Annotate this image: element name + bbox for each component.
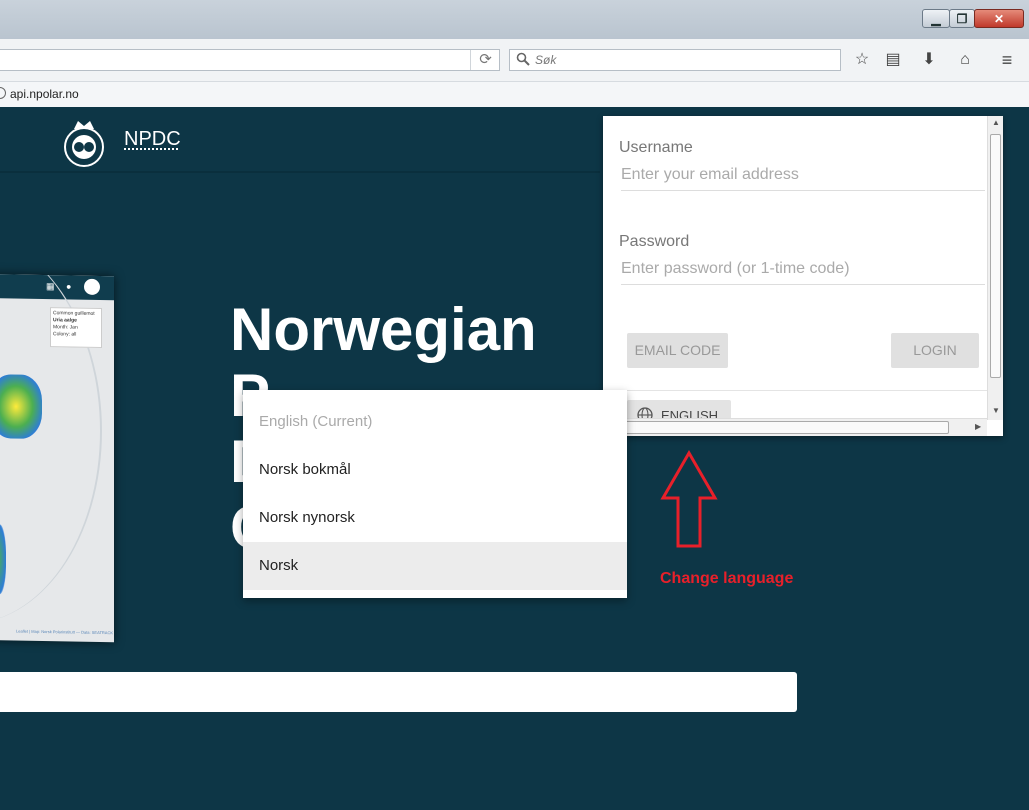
language-option-nn[interactable]: Norsk nynorsk (243, 494, 627, 542)
browser-toolbar: ⟳ Søk ☆ ▤ ⬇ ⌂ ≡ (0, 39, 1029, 82)
vertical-scrollbar[interactable]: ▲ ▼ (987, 116, 1003, 420)
download-icon[interactable]: ⬇ (918, 50, 940, 70)
home-icon[interactable]: ⌂ (954, 50, 976, 70)
header-divider (0, 171, 600, 173)
page-search-input[interactable] (0, 672, 797, 712)
language-option-no[interactable]: Norsk (243, 542, 627, 590)
close-window-button[interactable]: ✕ (974, 9, 1024, 28)
globe-favicon-icon (0, 87, 6, 99)
scrollbar-thumb[interactable] (990, 134, 1001, 378)
bookmarks-bar: api.npolar.no (0, 82, 1029, 108)
heatmap-blob (0, 374, 42, 439)
annotation-label: Change language (660, 570, 794, 587)
npdc-home-link[interactable]: NPDC (124, 128, 181, 151)
language-option-english[interactable]: English (Current) (243, 398, 627, 446)
annotation-arrow-icon (660, 450, 718, 548)
search-placeholder: Søk (535, 53, 557, 67)
user-icon: ● (66, 281, 72, 292)
menu-icon[interactable]: ≡ (996, 50, 1018, 70)
username-label: Username (619, 139, 693, 156)
legend-colony: Colony: all (53, 331, 77, 338)
horizontal-scrollbar[interactable]: ▶ (603, 418, 987, 436)
bookmark-item[interactable]: api.npolar.no (10, 87, 79, 101)
minimize-button[interactable]: ▁ (922, 9, 950, 28)
scroll-down-icon[interactable]: ▼ (992, 406, 1000, 415)
username-input[interactable]: Enter your email address (621, 166, 985, 191)
language-menu: English (Current) Norsk bokmål Norsk nyn… (243, 390, 627, 598)
map-preview-image: ▦ ● Common guillemot Uria aalge Month: J… (0, 273, 114, 643)
address-bar[interactable]: ⟳ (0, 49, 500, 71)
browser-search-input[interactable]: Søk (509, 49, 841, 71)
email-code-button[interactable]: EMAIL CODE (627, 333, 728, 368)
preview-search-icon (84, 278, 100, 296)
reading-list-icon[interactable]: ▤ (882, 50, 904, 70)
window-titlebar: ▁ ❐ ✕ (0, 0, 1029, 39)
reload-icon[interactable]: ⟳ (470, 50, 500, 70)
scroll-right-icon[interactable]: ▶ (975, 422, 981, 431)
language-option-nb[interactable]: Norsk bokmål (243, 446, 627, 494)
password-label: Password (619, 233, 690, 250)
map-legend: Common guillemot Uria aalge Month: Jan C… (50, 307, 102, 349)
bookmark-star-icon[interactable]: ☆ (851, 50, 873, 70)
map-attribution: Leaflet | Map: Norsk Polarinstitutt — Da… (16, 628, 113, 636)
login-button[interactable]: LOGIN (891, 333, 979, 368)
password-input[interactable]: Enter password (or 1-time code) (621, 260, 985, 285)
panel-divider (603, 390, 987, 391)
search-icon (516, 52, 530, 66)
scrollbar-thumb[interactable] (623, 421, 949, 434)
scroll-up-icon[interactable]: ▲ (992, 118, 1000, 127)
hero-line: Norwegian (230, 296, 537, 363)
npolar-logo-icon (64, 121, 104, 167)
login-panel: Username Enter your email address Passwo… (603, 116, 1003, 436)
maximize-button[interactable]: ❐ (949, 9, 975, 28)
